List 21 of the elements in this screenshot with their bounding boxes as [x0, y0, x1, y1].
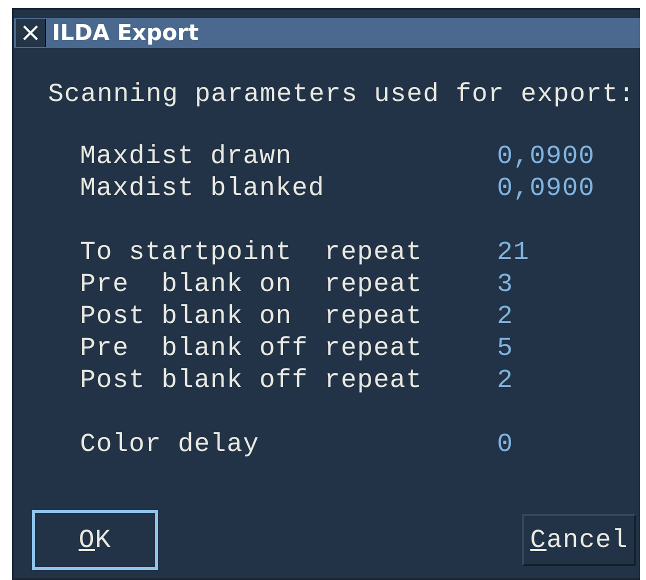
parameter-label: Maxdist blanked — [80, 172, 326, 204]
parameter-label: Maxdist drawn — [80, 140, 293, 172]
cancel-button[interactable]: Cancel — [522, 514, 636, 566]
window-title: ILDA Export — [52, 20, 199, 46]
parameter-label: Post blank on repeat — [80, 300, 424, 332]
section-heading: Scanning parameters used for export: — [48, 78, 636, 110]
parameter-label: To startpoint repeat — [80, 236, 424, 268]
parameter-value: 3 — [497, 268, 514, 300]
parameter-value: 5 — [497, 332, 514, 364]
parameter-value: 0 — [497, 428, 514, 460]
parameter-value: 0,0900 — [497, 172, 595, 204]
ok-button[interactable]: OK — [32, 510, 158, 570]
parameter-value: 21 — [497, 236, 530, 268]
parameter-label: Post blank off repeat — [80, 364, 424, 396]
parameter-label: Color delay — [80, 428, 260, 460]
parameter-value: 2 — [497, 364, 514, 396]
close-button[interactable]: × — [16, 19, 46, 47]
parameter-label: Pre blank off repeat — [80, 332, 424, 364]
parameter-label: Pre blank on repeat — [80, 268, 424, 300]
parameter-value: 2 — [497, 300, 514, 332]
parameter-value: 0,0900 — [497, 140, 595, 172]
